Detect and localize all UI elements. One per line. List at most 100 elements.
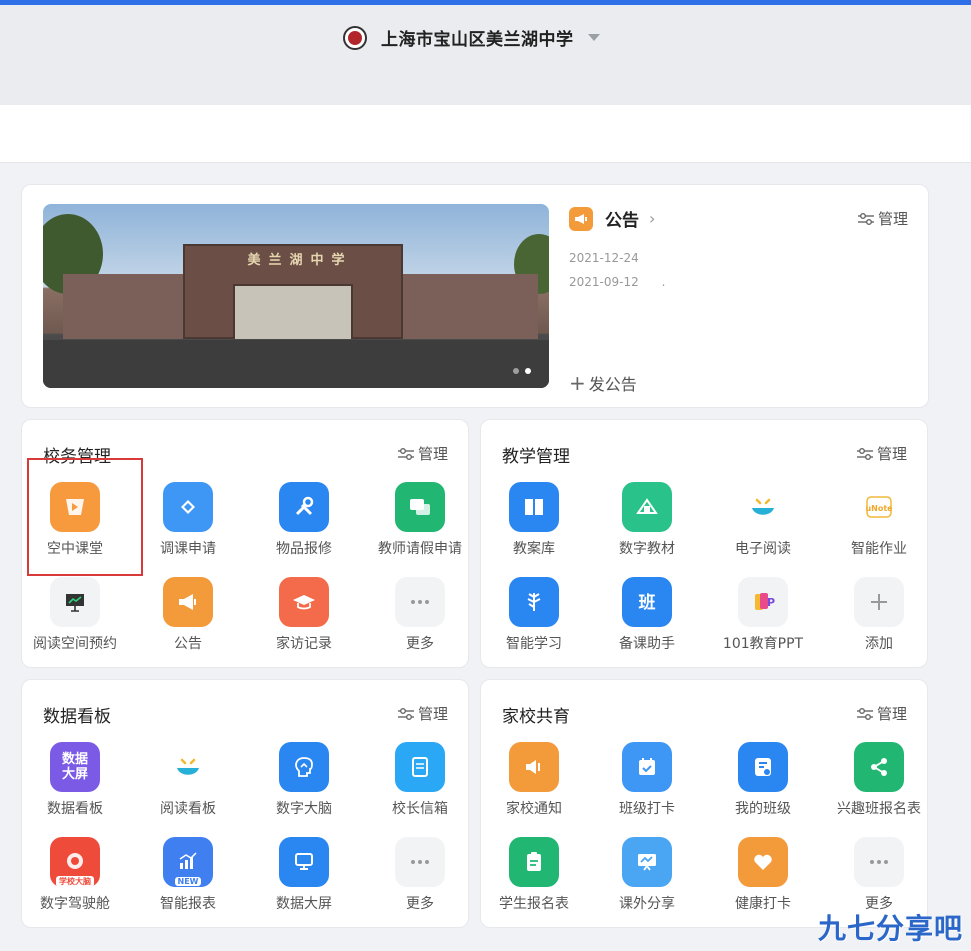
plus-icon: +	[569, 371, 586, 395]
app-tile[interactable]: 智能学习	[476, 577, 592, 653]
share-nodes-icon	[854, 742, 904, 792]
app-tile-label: 校长信箱	[392, 801, 448, 817]
megaphone-icon	[569, 206, 593, 231]
app-tile[interactable]: 更多	[362, 837, 478, 913]
app-tile[interactable]: 数字大脑	[246, 742, 362, 818]
notice-manage-button[interactable]: 管理	[857, 208, 908, 229]
more-dots-icon	[395, 577, 445, 627]
post-notice-button[interactable]: + 发公告	[569, 371, 637, 395]
app-tile[interactable]: 家访记录	[246, 577, 362, 653]
mailbox-icon	[395, 742, 445, 792]
carousel-dots[interactable]	[513, 368, 531, 374]
plus-icon	[854, 577, 904, 627]
app-tile[interactable]: 数据大屏 数据看板	[17, 742, 133, 818]
app-tile-label: 公告	[174, 636, 202, 652]
app-tile[interactable]: 更多	[362, 577, 478, 653]
book-icon	[509, 482, 559, 532]
app-tile-label: 数字大脑	[276, 801, 332, 817]
app-tile[interactable]: 数据大屏	[246, 837, 362, 913]
megaphone-icon	[163, 577, 213, 627]
plant-learning-icon	[509, 577, 559, 627]
app-tile-label: 家校通知	[506, 801, 562, 817]
icon-badge-text: 数据大屏	[61, 752, 88, 782]
app-tile-label: 数字驾驶舱	[40, 896, 110, 912]
class-card-icon	[738, 742, 788, 792]
carousel-dot-active[interactable]	[525, 368, 531, 374]
app-tile-label: 调课申请	[160, 541, 216, 557]
app-tile[interactable]: 学校大脑 数字驾驶舱	[17, 837, 133, 913]
app-tile[interactable]: 学生报名表	[476, 837, 592, 913]
app-tile[interactable]: NEW 智能报表	[130, 837, 246, 913]
app-tile[interactable]: 添加	[821, 577, 937, 653]
app-tile[interactable]: uNote 智能作业	[821, 482, 937, 558]
app-tile[interactable]: 班备课助手	[589, 577, 705, 653]
notice-item[interactable]: 2021-12-24	[569, 251, 639, 265]
section-teaching: 教学管理 管理 教案库 数字教材 电子阅读 uNote 智能作业 智能学习 班备课助手 P 101教…	[480, 419, 928, 668]
app-tile[interactable]: 班级打卡	[589, 742, 705, 818]
app-tile[interactable]: 家校通知	[476, 742, 592, 818]
app-tile[interactable]: 电子阅读	[705, 482, 821, 558]
school-gate-image[interactable]: 美兰湖中学	[43, 204, 549, 388]
app-tile[interactable]: 阅读看板	[130, 742, 246, 818]
brain-icon	[279, 742, 329, 792]
class-ban-icon: 班	[622, 577, 672, 627]
section-title: 家校共育	[502, 707, 570, 727]
app-tile[interactable]: 调课申请	[130, 482, 246, 558]
app-tile-label: 101教育PPT	[722, 636, 804, 652]
app-tile-label: 健康打卡	[735, 896, 791, 912]
sliders-icon	[856, 707, 873, 720]
app-tile[interactable]: 阅读空间预约	[17, 577, 133, 653]
ppt-icon: P	[738, 577, 788, 627]
section-manage-button[interactable]: 管理	[856, 443, 907, 464]
app-tile[interactable]: P 101教育PPT	[705, 577, 821, 653]
app-tile[interactable]: 物品报修	[246, 482, 362, 558]
swap-course-icon	[163, 482, 213, 532]
calendar-check-icon	[622, 742, 672, 792]
section-manage-button[interactable]: 管理	[397, 443, 448, 464]
notice-header[interactable]: 公告 ›	[569, 206, 655, 231]
app-tile-label: 添加	[865, 636, 893, 652]
sliders-icon	[397, 707, 414, 720]
app-tile[interactable]: 公告	[130, 577, 246, 653]
reading-face-icon	[738, 482, 788, 532]
chevron-down-icon[interactable]	[587, 34, 600, 41]
watermark: 九七分享吧	[817, 912, 963, 945]
presentation-board-icon	[50, 577, 100, 627]
share-screen-icon	[622, 837, 672, 887]
app-tile[interactable]: 我的班级	[705, 742, 821, 818]
carousel-dot[interactable]	[513, 368, 519, 374]
notice-title: 公告	[605, 211, 639, 231]
data-screen-icon: 数据大屏	[50, 742, 100, 792]
app-tile-label: 数据大屏	[276, 896, 332, 912]
icon-badge-text: NEW	[174, 876, 202, 886]
svg-text:uNote: uNote	[866, 504, 892, 513]
section-manage-button[interactable]: 管理	[397, 703, 448, 724]
app-tile-label: 数据看板	[47, 801, 103, 817]
app-tile[interactable]: 兴趣班报名表	[821, 742, 937, 818]
chevron-right-icon[interactable]: ›	[649, 209, 655, 228]
app-tile-label: 班级打卡	[619, 801, 675, 817]
app-tile-label: 备课助手	[619, 636, 675, 652]
sliders-icon	[397, 447, 414, 460]
unote-icon: uNote	[854, 482, 904, 532]
heart-icon	[738, 837, 788, 887]
app-tile[interactable]: 更多	[821, 837, 937, 913]
app-tile[interactable]: 教案库	[476, 482, 592, 558]
app-tile[interactable]: 数字教材	[589, 482, 705, 558]
app-tile[interactable]: 课外分享	[589, 837, 705, 913]
app-tile-label: 教师请假申请	[378, 541, 462, 557]
app-tile-label: 智能报表	[160, 896, 216, 912]
school-selector[interactable]: 上海市宝山区美兰湖中学	[343, 25, 600, 50]
app-tile[interactable]: 校长信箱	[362, 742, 478, 818]
digital-textbook-icon	[622, 482, 672, 532]
app-tile[interactable]: 健康打卡	[705, 837, 821, 913]
more-dots-icon	[854, 837, 904, 887]
app-tile-label: 电子阅读	[735, 541, 791, 557]
chart-report-icon: NEW	[163, 837, 213, 887]
app-tile[interactable]: 教师请假申请	[362, 482, 478, 558]
section-manage-button[interactable]: 管理	[856, 703, 907, 724]
notice-item[interactable]: 2021-09-12 .	[569, 275, 665, 289]
sliders-icon	[857, 212, 874, 225]
app-tile-label: 智能学习	[506, 636, 562, 652]
app-tile-label: 教案库	[513, 541, 555, 557]
